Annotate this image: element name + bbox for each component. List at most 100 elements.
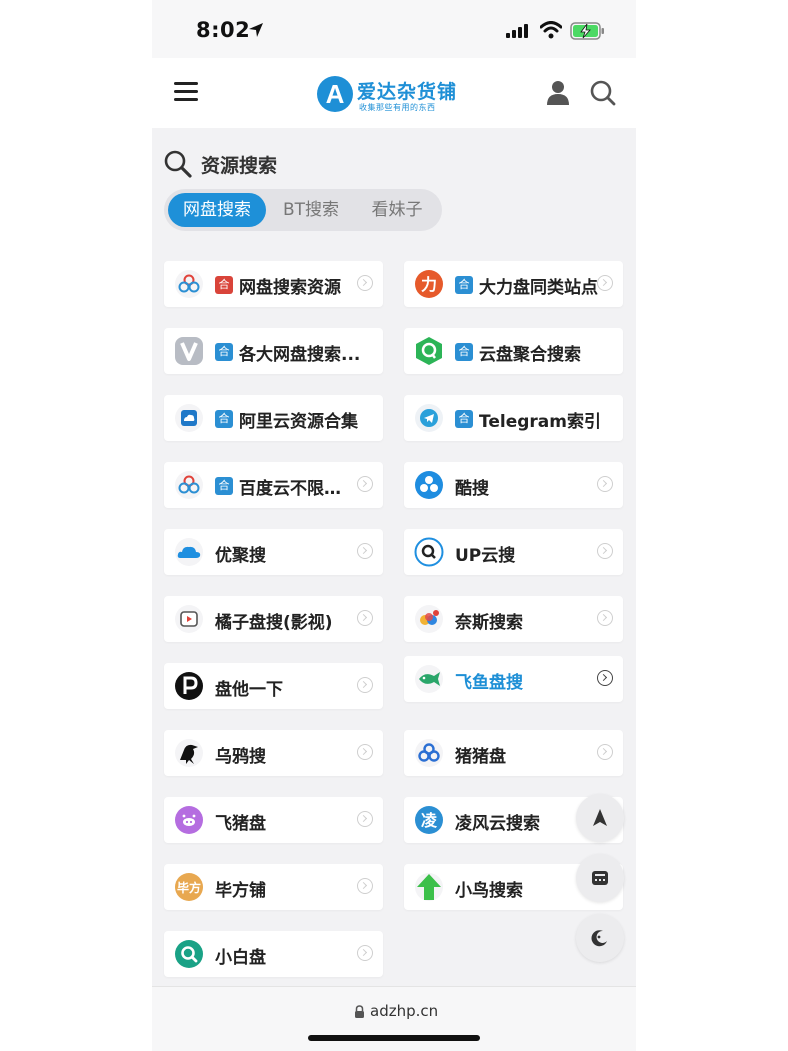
card-label: 橘子盘搜(影视) <box>215 613 333 633</box>
zhuzhu-icon <box>415 739 443 767</box>
p-logo-icon <box>175 672 203 700</box>
site-logo[interactable]: A 爱达杂货铺 收集那些有用的东西 <box>317 76 467 116</box>
tab-netdisk-search[interactable]: 网盘搜索 <box>168 193 266 227</box>
chevron-right-icon <box>357 275 373 291</box>
dark-mode-button[interactable] <box>576 914 624 962</box>
wifi-icon <box>540 21 562 39</box>
card-label: 飞猪盘 <box>215 814 266 834</box>
card-xiaobaipan[interactable]: 小白盘 <box>164 931 383 977</box>
tag-badge: 合 <box>215 343 233 361</box>
card-kusou[interactable]: 酷搜 <box>404 462 623 508</box>
toolbox-button[interactable] <box>576 854 624 902</box>
hamburger-menu-icon[interactable] <box>174 82 198 102</box>
baidu-cloud-icon <box>175 270 203 298</box>
card-juzi-pansou[interactable]: 橘子盘搜(影视) <box>164 596 383 642</box>
card-label: 毕方铺 <box>215 881 266 901</box>
card-label: 奈斯搜索 <box>455 613 523 633</box>
card-feizhupan[interactable]: 飞猪盘 <box>164 797 383 843</box>
search-tabs: 网盘搜索 BT搜索 看妹子 <box>164 189 442 231</box>
card-telegram-suoyin[interactable]: 合 Telegram索引 <box>404 395 623 441</box>
card-label: 各大网盘搜索... <box>239 345 361 365</box>
svg-text:凌: 凌 <box>421 811 438 830</box>
tag-badge: 合 <box>215 477 233 495</box>
card-up-yunsou[interactable]: UP云搜 <box>404 529 623 575</box>
card-label: 酷搜 <box>455 479 489 499</box>
dali-icon: 力 <box>415 270 443 298</box>
chevron-right-icon <box>357 878 373 894</box>
cloud-icon <box>175 538 203 566</box>
calculator-icon <box>592 871 608 885</box>
card-naisi-sousuo[interactable]: 奈斯搜索 <box>404 596 623 642</box>
logo-mark: A <box>317 76 353 112</box>
card-wangpan-sousuo-ziyuan[interactable]: 合 网盘搜索资源 <box>164 261 383 307</box>
magnifier-icon <box>414 537 444 567</box>
chevron-right-icon <box>597 610 613 626</box>
chevron-right-icon <box>357 476 373 492</box>
card-yunpan-juhe[interactable]: 合 云盘聚合搜索 <box>404 328 623 374</box>
battery-charging-icon <box>570 22 604 40</box>
card-baiduyun-buxiansu[interactable]: 合 百度云不限速... <box>164 462 383 508</box>
chevron-right-icon <box>357 677 373 693</box>
card-label: 猪猪盘 <box>455 747 506 767</box>
status-time: 8:02 <box>196 18 251 42</box>
chevron-right-icon <box>357 543 373 559</box>
card-label: 百度云不限速... <box>239 479 357 499</box>
location-arrow-icon <box>249 23 263 37</box>
baidu-cloud-icon <box>175 471 203 499</box>
url-text: adzhp.cn <box>370 1002 439 1020</box>
lingfeng-icon: 凌 <box>415 806 443 834</box>
lock-icon <box>355 1005 364 1018</box>
card-label: Telegram索引 <box>479 412 601 432</box>
logo-title: 爱达杂货铺 <box>357 81 458 103</box>
card-label: 网盘搜索资源 <box>239 278 341 298</box>
back-to-top-button[interactable] <box>576 794 624 842</box>
card-aliyun-ziyuan[interactable]: 合 阿里云资源合集 <box>164 395 383 441</box>
telegram-icon <box>415 404 443 432</box>
card-label: 小鸟搜索 <box>455 881 523 901</box>
tag-badge: 合 <box>455 410 473 428</box>
aliyun-icon <box>175 404 203 432</box>
section-title: 资源搜索 <box>201 155 278 177</box>
chevron-right-icon <box>597 275 613 291</box>
card-pan-ta-yixia[interactable]: 盘他一下 <box>164 663 383 709</box>
pig-icon <box>175 806 203 834</box>
chevron-right-icon <box>357 811 373 827</box>
card-feiyu-pansou[interactable]: 飞鱼盘搜 <box>404 656 623 702</box>
card-wuyasou[interactable]: 乌鸦搜 <box>164 730 383 776</box>
chevron-right-icon <box>357 610 373 626</box>
cellular-signal-icon <box>506 24 528 38</box>
tab-kanmeizi[interactable]: 看妹子 <box>356 193 438 227</box>
card-label: UP云搜 <box>455 546 516 566</box>
chevron-right-icon <box>597 476 613 492</box>
home-indicator[interactable] <box>308 1035 480 1041</box>
xiaobai-icon <box>175 940 203 968</box>
browser-address-bar[interactable]: adzhp.cn <box>152 986 636 1051</box>
card-zhuzhupan[interactable]: 猪猪盘 <box>404 730 623 776</box>
search-icon[interactable] <box>590 80 616 106</box>
crow-icon <box>175 739 203 767</box>
user-icon[interactable] <box>546 80 570 106</box>
card-bifangpu[interactable]: 毕方 毕方铺 <box>164 864 383 910</box>
moon-icon <box>591 930 607 947</box>
navigation-arrow-icon <box>593 809 607 826</box>
chevron-right-icon <box>597 543 613 559</box>
site-header: A 爱达杂货铺 收集那些有用的东西 <box>152 58 636 128</box>
card-youjusou[interactable]: 优聚搜 <box>164 529 383 575</box>
fish-icon <box>415 665 443 693</box>
logo-subtitle: 收集那些有用的东西 <box>359 103 436 112</box>
chevron-right-icon <box>597 744 613 760</box>
card-label: 小白盘 <box>215 948 266 968</box>
card-label: 优聚搜 <box>215 546 266 566</box>
chevron-right-icon <box>597 670 613 686</box>
status-bar: 8:02 <box>152 0 636 58</box>
v-logo-icon <box>175 337 203 365</box>
card-label: 乌鸦搜 <box>215 747 266 767</box>
colorful-icon <box>415 605 443 633</box>
card-label: 飞鱼盘搜 <box>455 673 523 693</box>
card-dalipan[interactable]: 力 合 大力盘同类站点 <box>404 261 623 307</box>
magnifier-icon <box>164 150 192 178</box>
card-geda-wangpan[interactable]: 合 各大网盘搜索... <box>164 328 383 374</box>
tab-bt-search[interactable]: BT搜索 <box>270 193 352 227</box>
play-icon <box>175 605 203 633</box>
card-label: 阿里云资源合集 <box>239 412 358 432</box>
